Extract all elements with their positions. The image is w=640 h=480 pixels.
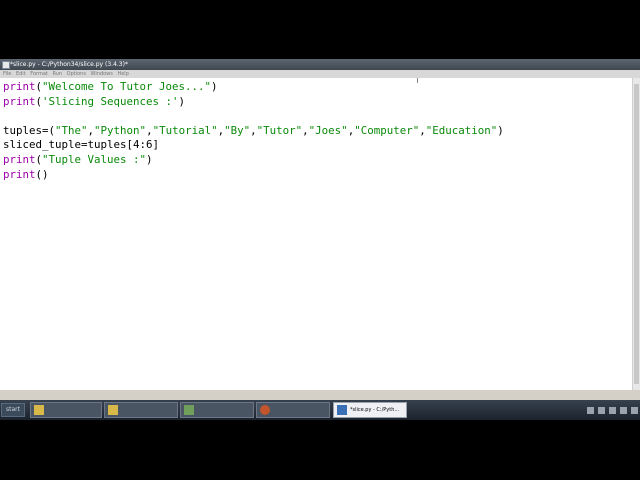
- idle-editor-window: *slice.py - C:/Python34/slice.py (3.4.3)…: [0, 59, 640, 400]
- code-string: "Tutorial": [152, 123, 218, 137]
- code-line[interactable]: print("Tuple Values :"): [3, 153, 632, 168]
- network-icon[interactable]: [609, 406, 616, 414]
- python-file-icon: [2, 61, 10, 69]
- menu-help[interactable]: Help: [117, 70, 128, 78]
- code-line[interactable]: print('Slicing Sequences :'): [3, 95, 632, 110]
- code-token: (): [35, 167, 49, 181]
- code-keyword: print: [3, 152, 36, 166]
- code-string: "Tuple Values :": [42, 152, 147, 166]
- code-token: ): [497, 123, 504, 137]
- code-string: "Education": [425, 123, 498, 137]
- code-token: sliced_tuple=tuples[4:6]: [3, 138, 160, 152]
- code-token: ): [178, 94, 186, 108]
- code-string: "Joes": [308, 123, 348, 137]
- window-title: *slice.py - C:/Python34/slice.py (3.4.3)…: [10, 61, 128, 68]
- status-bar: [0, 390, 640, 400]
- code-line[interactable]: sliced_tuple=tuples[4:6]: [3, 138, 632, 153]
- code-keyword: print: [3, 80, 36, 93]
- tray-icon[interactable]: [598, 406, 605, 414]
- code-text[interactable]: print("Welcome To Tutor Joes...") print('…: [0, 78, 632, 182]
- code-token: ): [146, 152, 153, 166]
- code-string: "The": [55, 123, 88, 137]
- tray-icon[interactable]: [631, 406, 638, 414]
- taskbar: start *slice.py - C:/Pyth...: [0, 400, 640, 420]
- code-line[interactable]: tuples=("The","Python","Tutorial","By","…: [3, 124, 632, 139]
- code-line[interactable]: print(): [3, 168, 632, 183]
- system-tray: [587, 404, 638, 416]
- code-string: "Welcome To Tutor Joes...": [42, 80, 212, 93]
- taskbar-item-folder-1[interactable]: [30, 402, 102, 418]
- code-string: 'Slicing Sequences :': [42, 94, 179, 108]
- vertical-scrollbar[interactable]: [632, 78, 640, 400]
- menu-format[interactable]: Format: [30, 70, 48, 78]
- code-string: "Python": [94, 123, 147, 137]
- window-titlebar[interactable]: *slice.py - C:/Python34/slice.py (3.4.3)…: [0, 59, 640, 70]
- code-keyword: print: [3, 167, 36, 181]
- volume-icon[interactable]: [620, 406, 627, 414]
- taskbar-item-folder-2[interactable]: [104, 402, 178, 418]
- menu-edit[interactable]: Edit: [16, 70, 26, 78]
- menu-windows[interactable]: Windows: [91, 70, 113, 78]
- taskbar-item-picture[interactable]: [180, 402, 254, 418]
- browser-icon: [260, 405, 270, 415]
- start-button[interactable]: start: [1, 403, 25, 417]
- tray-icon[interactable]: [587, 406, 594, 414]
- python-icon: [337, 405, 347, 415]
- menu-file[interactable]: File: [3, 70, 11, 78]
- menubar: File Edit Format Run Options Windows Hel…: [0, 70, 640, 78]
- menu-options[interactable]: Options: [67, 70, 86, 78]
- taskbar-item-slice-py[interactable]: *slice.py - C:/Pyth...: [333, 402, 407, 418]
- code-string: "Tutor": [256, 123, 303, 137]
- folder-icon: [108, 405, 118, 415]
- code-editor[interactable]: print("Welcome To Tutor Joes...") print('…: [0, 78, 632, 400]
- taskbar-item-browser[interactable]: [256, 402, 330, 418]
- mouse-cursor: [417, 78, 418, 83]
- code-line[interactable]: print("Welcome To Tutor Joes..."): [3, 80, 632, 95]
- folder-icon: [34, 405, 44, 415]
- code-string: "By": [224, 123, 251, 137]
- code-token: tuples=(: [3, 123, 56, 137]
- code-keyword: print: [3, 94, 36, 108]
- code-line[interactable]: [3, 109, 632, 124]
- picture-icon: [184, 405, 194, 415]
- code-token: ): [211, 80, 218, 93]
- code-string: "Computer": [354, 123, 420, 137]
- menu-run[interactable]: Run: [52, 70, 62, 78]
- scrollbar-thumb[interactable]: [634, 84, 639, 384]
